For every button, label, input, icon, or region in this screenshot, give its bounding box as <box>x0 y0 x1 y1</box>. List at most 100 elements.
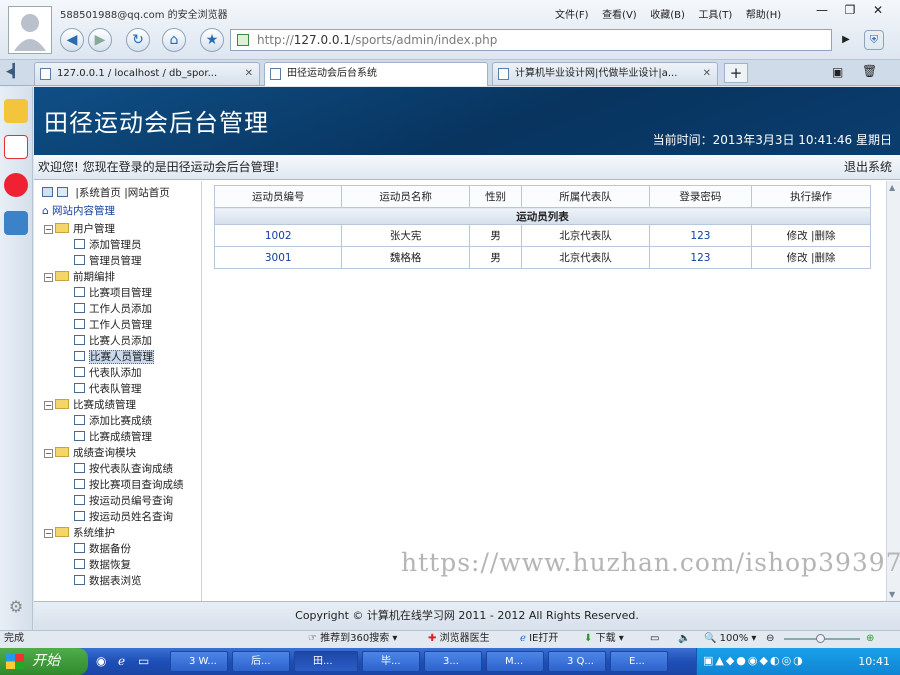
taskbar-item[interactable]: 后... <box>232 651 290 672</box>
logout-link[interactable]: 退出系统 <box>844 155 892 180</box>
screen-icon[interactable]: ▭ <box>650 631 659 647</box>
tab-sports-admin[interactable]: 田径运动会后台系统 <box>264 62 488 86</box>
edit-link[interactable]: 修改 <box>787 252 808 264</box>
nav-item[interactable]: 数据备份 <box>74 541 131 556</box>
status-ie-open[interactable]: ℯ IE打开 <box>520 631 558 647</box>
close-icon[interactable]: ✕ <box>864 2 892 18</box>
system-home-link[interactable]: |系统首页 <box>75 187 121 199</box>
back-icon[interactable]: ◀ <box>60 28 84 52</box>
nav-item[interactable]: 工作人员添加 <box>74 301 152 316</box>
site-home-link[interactable]: |网站首页 <box>124 187 170 199</box>
edit-link[interactable]: 修改 <box>787 230 808 242</box>
page-scrollbar[interactable]: ▲ ▼ <box>886 181 900 601</box>
menu-bar: 文件(F) 查看(V) 收藏(B) 工具(T) 帮助(H) <box>545 6 781 21</box>
taskbar-item[interactable]: M... <box>486 651 544 672</box>
nav-item[interactable]: 添加比赛成绩 <box>74 413 152 428</box>
status-browser-doctor[interactable]: ✚ 浏览器医生 <box>428 631 490 647</box>
nav-item[interactable]: 比赛人员管理 <box>74 349 154 364</box>
collapse-icon[interactable]: − <box>44 273 53 282</box>
nav-group[interactable]: − 系统维护 <box>44 525 115 540</box>
nav-item[interactable]: 比赛人员添加 <box>74 333 152 348</box>
sidebar-toggle-icon[interactable]: ◂▎ <box>6 64 23 79</box>
folder-icon <box>55 527 69 537</box>
ie-icon: ℯ <box>520 633 526 644</box>
tab-phpmyadmin[interactable]: 127.0.0.1 / localhost / db_spor... ✕ <box>34 62 260 85</box>
folder-icon <box>55 399 69 409</box>
favorite-star-icon[interactable]: ★ <box>200 28 224 52</box>
nav-group[interactable]: − 前期编排 <box>44 269 115 284</box>
go-icon[interactable]: ▶ <box>836 30 856 50</box>
favorites-star-icon[interactable] <box>4 99 28 123</box>
page-banner: 田径运动会后台管理 当前时间：2013年3月3日 10:41:46 星期日 <box>34 87 900 155</box>
menu-favorites[interactable]: 收藏(B) <box>650 10 685 21</box>
system-tray: ▣▲◆●◉◆◐◎◑ 10:41 <box>696 648 900 675</box>
status-download[interactable]: ⬇ 下载 ▾ <box>584 631 624 647</box>
delete-link[interactable]: |删除 <box>811 252 836 264</box>
menu-view[interactable]: 查看(V) <box>602 10 637 21</box>
browser-toolbar: 588501988@qq.com 的安全浏览器 文件(F) 查看(V) 收藏(B… <box>0 0 900 60</box>
taskbar-item[interactable]: 3 Q... <box>548 651 606 672</box>
nav-item[interactable]: 按代表队查询成绩 <box>74 461 173 476</box>
user-avatar[interactable] <box>8 6 52 54</box>
minimize-icon[interactable]: — <box>808 2 836 18</box>
address-bar[interactable]: http://127.0.0.1/sports/admin/index.php <box>230 29 832 51</box>
weibo-icon[interactable] <box>4 173 28 197</box>
delete-link[interactable]: |删除 <box>811 230 836 242</box>
nav-item[interactable]: 按比赛项目查询成绩 <box>74 477 184 492</box>
refresh-icon[interactable]: ↻ <box>126 28 150 52</box>
forward-icon[interactable]: ▶ <box>88 28 112 52</box>
quicklaunch-folder-icon[interactable]: ▭ <box>138 654 149 668</box>
nav-item[interactable]: 比赛项目管理 <box>74 285 152 300</box>
nav-group[interactable]: − 成绩查询模块 <box>44 445 136 460</box>
nav-item[interactable]: 按运动员姓名查询 <box>74 509 173 524</box>
taskbar-item-active[interactable]: 田... <box>294 651 358 672</box>
nav-item[interactable]: 添加管理员 <box>74 237 142 252</box>
nav-group[interactable]: − 比赛成绩管理 <box>44 397 136 412</box>
tab-bar: ◂▎ 127.0.0.1 / localhost / db_spor... ✕ 田… <box>0 60 900 86</box>
shield-icon[interactable]: ⛨ <box>864 30 884 50</box>
quicklaunch-360-icon[interactable]: ◉ <box>96 654 106 668</box>
folder-icon <box>55 223 69 233</box>
menu-help[interactable]: 帮助(H) <box>746 10 781 21</box>
restore-icon[interactable]: ❐ <box>836 2 864 18</box>
menu-file[interactable]: 文件(F) <box>555 10 589 21</box>
page-icon <box>74 335 85 345</box>
nav-item[interactable]: 按运动员编号查询 <box>74 493 173 508</box>
trash-icon[interactable]: 🗑 <box>862 64 877 78</box>
nav-item[interactable]: 管理员管理 <box>74 253 142 268</box>
nav-group[interactable]: − 用户管理 <box>44 221 115 236</box>
welcome-bar: 欢迎您! 您现在登录的是田径运动会后台管理! 退出系统 <box>34 155 900 180</box>
nav-item[interactable]: 数据表浏览 <box>74 573 142 588</box>
taskbar-item[interactable]: 毕... <box>362 651 420 672</box>
tab-thesis-site[interactable]: 计算机毕业设计网|代做毕业设计|a... ✕ <box>492 62 718 85</box>
home-icon[interactable]: ⌂ <box>162 28 186 52</box>
menu-tools[interactable]: 工具(T) <box>698 10 732 21</box>
collapse-icon[interactable]: − <box>44 401 53 410</box>
news-icon[interactable] <box>4 135 28 159</box>
volume-icon[interactable]: 🔈 <box>678 631 690 647</box>
nav-item[interactable]: 工作人员管理 <box>74 317 152 332</box>
collapse-icon[interactable]: − <box>44 225 53 234</box>
zoom-level[interactable]: 🔍 100% ▾ <box>704 631 756 647</box>
status-search-360[interactable]: ☞ 推荐到360搜索 ▾ <box>308 631 397 647</box>
nav-item[interactable]: 代表队管理 <box>74 381 142 396</box>
taskbar-item[interactable]: 3... <box>424 651 482 672</box>
tray-icons[interactable]: ▣▲◆●◉◆◐◎◑ <box>703 654 805 667</box>
nav-item[interactable]: 数据恢复 <box>74 557 131 572</box>
collapse-icon[interactable]: − <box>44 529 53 538</box>
taskbar-item[interactable]: 3 W... <box>170 651 228 672</box>
collapse-icon[interactable]: − <box>44 449 53 458</box>
nav-root[interactable]: ⌂ 网站内容管理 <box>42 203 115 218</box>
status-text: 完成 <box>4 633 24 644</box>
quicklaunch-ie-icon[interactable]: ℯ <box>118 654 125 668</box>
nav-item[interactable]: 代表队添加 <box>74 365 142 380</box>
app-icon[interactable] <box>4 211 28 235</box>
taskbar-item[interactable]: E... <box>610 651 668 672</box>
zoom-slider-handle[interactable] <box>816 634 825 643</box>
zoom-in-icon[interactable]: ⊕ <box>866 631 874 647</box>
tab-list-icon[interactable]: ▣ <box>832 65 843 79</box>
settings-gear-icon[interactable]: ⚙ <box>4 597 28 621</box>
zoom-out-icon[interactable]: ⊖ <box>766 631 774 647</box>
new-tab-icon[interactable]: + <box>724 63 748 83</box>
nav-item[interactable]: 比赛成绩管理 <box>74 429 152 444</box>
